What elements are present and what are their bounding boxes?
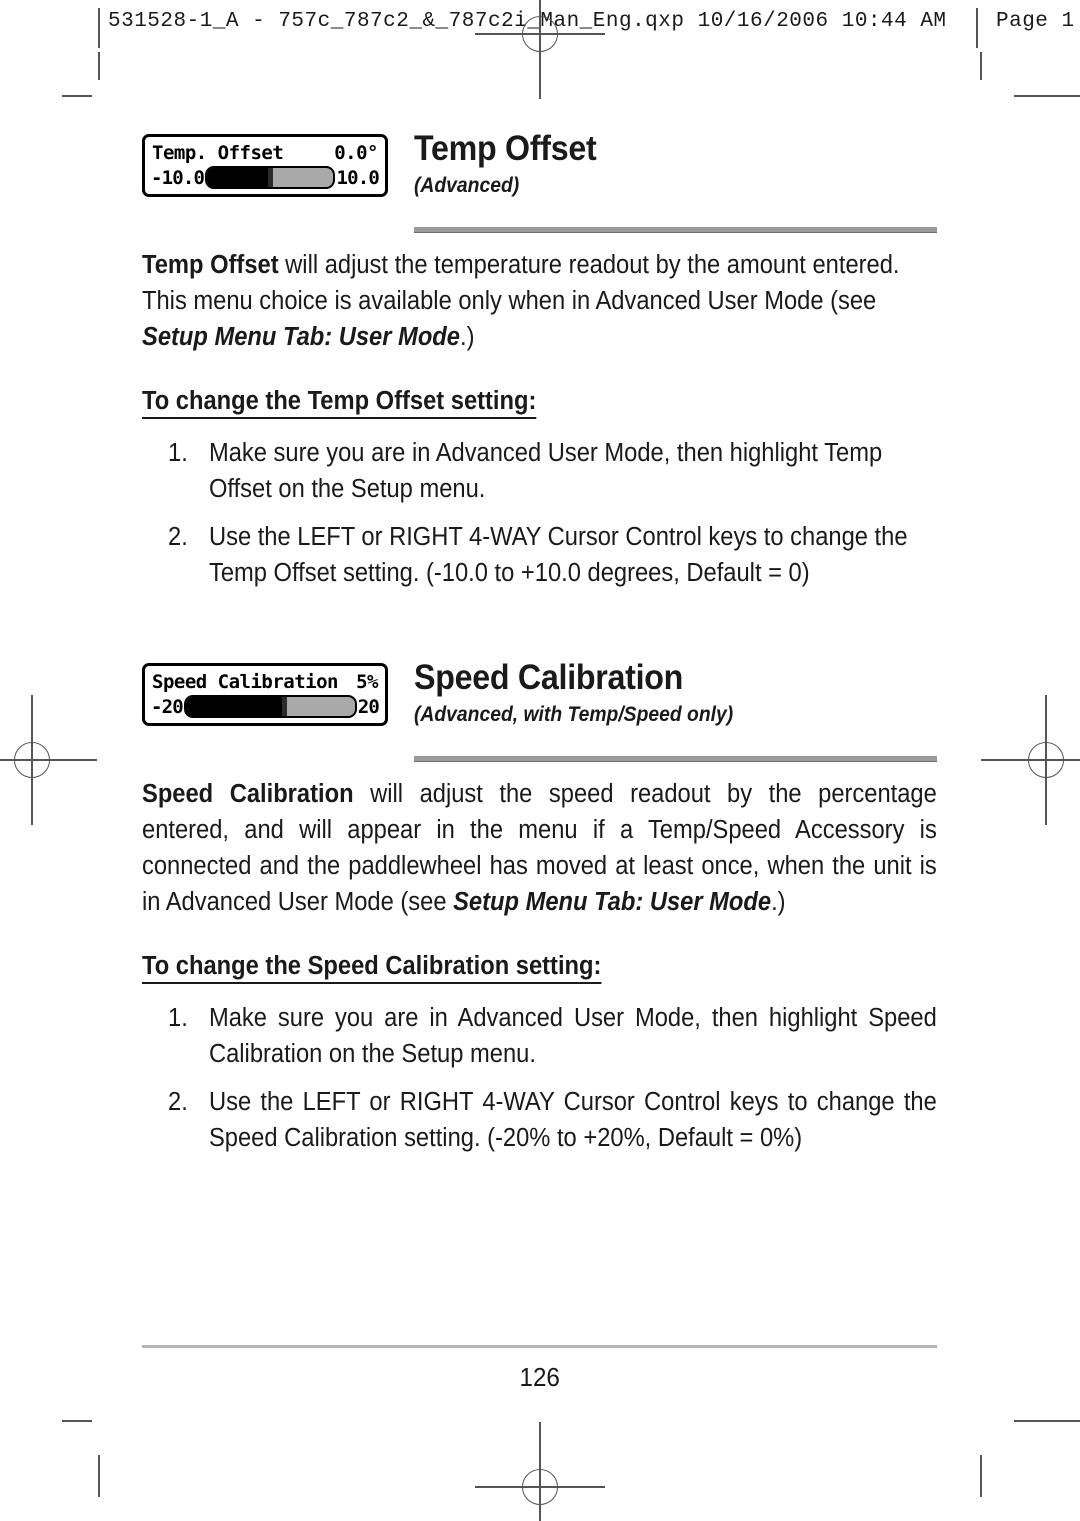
howto-step: Use the LEFT or RIGHT 4-WAY Cursor Contr… [168, 519, 908, 587]
slug-divider-left [98, 8, 100, 48]
section-heading-block: Temp Offset (Advanced) [414, 130, 937, 198]
crop-mark-bottom-left-horizontal [62, 1420, 92, 1422]
lcd-screenshot: Temp. Offset 0.0° -10.0 10.0 [142, 134, 388, 197]
manual-section: Speed Calibration 5% -20 20 Speed Calibratio… [142, 659, 937, 1156]
registration-circle-top [522, 16, 558, 52]
howto-step-list: Make sure you are in Advanced User Mode,… [142, 1000, 937, 1156]
lcd-min-label: -10.0 [151, 166, 205, 189]
registration-circle-bottom [522, 1469, 558, 1505]
footer-divider [142, 1345, 937, 1348]
lcd-slider-knob[interactable] [268, 168, 274, 187]
section-heading-rule [414, 756, 937, 762]
page-number: 126 [519, 1362, 560, 1392]
crop-mark-top-left-horizontal [62, 95, 92, 97]
section-header: Temp. Offset 0.0° -10.0 10.0 Temp Offset (Adv… [142, 130, 937, 222]
lcd-slider-track[interactable] [183, 695, 357, 718]
slug-divider-right [976, 8, 978, 48]
lcd-title-row: Speed Calibration 5% [150, 670, 380, 695]
lcd-slider-knob[interactable] [281, 697, 287, 716]
manual-page: 531528-1_A - 757c_787c2_&_787c2i_Man_Eng… [0, 0, 1080, 1521]
lcd-max-label: 10.0 [336, 166, 379, 189]
section-title: Temp Offset [414, 129, 597, 168]
lcd-current-value: 0.0° [334, 142, 378, 164]
crop-mark-top-right-horizontal [1014, 95, 1080, 97]
howto-step: Make sure you are in Advanced User Mode,… [168, 1000, 937, 1068]
section-heading-rule [414, 227, 937, 233]
crop-mark-bottom-right-horizontal [1014, 1420, 1080, 1422]
lcd-slider-fill [185, 697, 284, 716]
lcd-title-row: Temp. Offset 0.0° [150, 141, 380, 166]
section-title: Speed Calibration [414, 658, 684, 697]
section-heading-block: Speed Calibration (Advanced, with Temp/Sp… [414, 659, 937, 727]
lcd-panel: Speed Calibration 5% -20 20 [142, 663, 388, 726]
registration-circle-right [1028, 742, 1064, 778]
lcd-slider-fill [207, 168, 271, 187]
lcd-min-label: -20 [151, 695, 184, 718]
lcd-menu-label: Speed Calibration [152, 671, 338, 693]
registration-mark-bottom [475, 1422, 605, 1521]
slug-page-label: Page 1 [996, 10, 1075, 33]
crop-mark-bottom-right-vertical [980, 1455, 982, 1497]
crop-mark-bottom-left-vertical [98, 1455, 100, 1497]
section-subtitle: (Advanced) [414, 174, 520, 197]
registration-mark-left [0, 695, 97, 825]
lcd-slider-row: -20 20 [150, 695, 380, 718]
crop-mark-top-left-vertical [98, 52, 100, 80]
howto-step: Use the LEFT or RIGHT 4-WAY Cursor Contr… [168, 1084, 937, 1152]
page-footer: 126 [142, 1345, 937, 1393]
registration-circle-left [14, 742, 50, 778]
manual-section: Temp. Offset 0.0° -10.0 10.0 Temp Offset (Adv… [142, 130, 937, 591]
registration-mark-top [475, 0, 605, 99]
section-description: Temp Offset will adjust the temperature … [142, 251, 900, 351]
howto-heading: To change the Temp Offset setting: [142, 385, 537, 419]
lcd-current-value: 5% [356, 671, 378, 693]
lcd-panel: Temp. Offset 0.0° -10.0 10.0 [142, 134, 388, 197]
lcd-max-label: 20 [357, 695, 380, 718]
lcd-screenshot: Speed Calibration 5% -20 20 [142, 663, 388, 726]
print-slug-header: 531528-1_A - 757c_787c2_&_787c2i_Man_Eng… [98, 8, 1080, 48]
howto-heading: To change the Speed Calibration setting: [142, 950, 602, 984]
page-content: Temp. Offset 0.0° -10.0 10.0 Temp Offset (Adv… [142, 130, 937, 1168]
section-description: Speed Calibration will adjust the speed … [142, 780, 937, 916]
section-header: Speed Calibration 5% -20 20 Speed Calibratio… [142, 659, 937, 751]
registration-mark-right [981, 695, 1080, 825]
lcd-slider-row: -10.0 10.0 [150, 166, 380, 189]
crop-mark-top-right-vertical [980, 52, 982, 80]
section-subtitle: (Advanced, with Temp/Speed only) [414, 703, 734, 726]
lcd-slider-track[interactable] [205, 166, 336, 189]
lcd-menu-label: Temp. Offset [152, 142, 284, 164]
howto-step-list: Make sure you are in Advanced User Mode,… [142, 435, 937, 591]
howto-step: Make sure you are in Advanced User Mode,… [168, 435, 883, 503]
